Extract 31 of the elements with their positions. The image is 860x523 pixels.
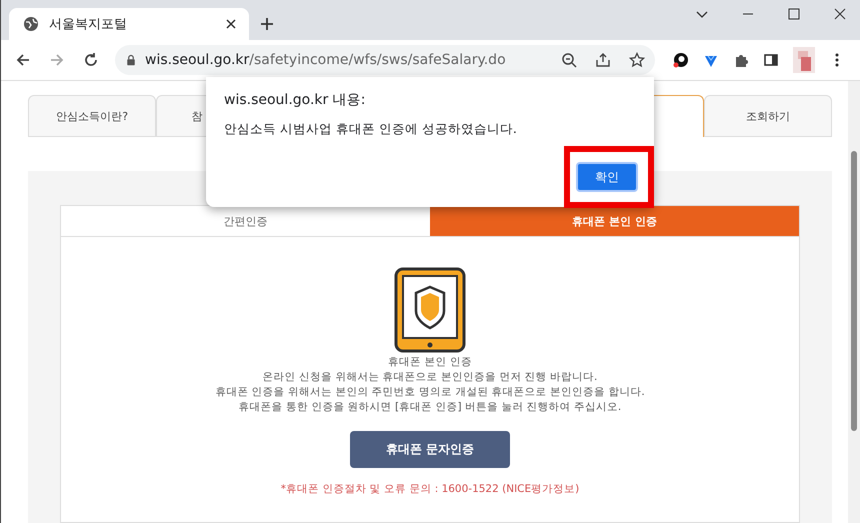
zoom-out-icon[interactable] bbox=[561, 52, 577, 68]
scrollbar-thumb[interactable] bbox=[851, 151, 857, 431]
ok-button[interactable]: 확인 bbox=[576, 162, 638, 192]
notice-text: *휴대폰 인증절차 및 오류 문의 : 1600-1522 (NICE평가정보) bbox=[280, 482, 580, 496]
page-tab[interactable]: 조회하기 bbox=[704, 95, 832, 137]
sms-auth-button[interactable]: 휴대폰 문자인증 bbox=[350, 431, 510, 468]
side-panel-icon[interactable] bbox=[763, 52, 779, 68]
profile-avatar[interactable] bbox=[793, 47, 815, 73]
extension-icon[interactable] bbox=[673, 52, 689, 68]
instruction-text: 휴대폰을 통한 인증을 원하시면 [휴대폰 인증] 버튼을 눌러 진행하여 주십시오. bbox=[238, 400, 622, 415]
tab-title: 서울복지포털 bbox=[49, 16, 128, 33]
url-text: wis.seoul.go.kr/safetyincome/wfs/sws/safeSalary.do bbox=[145, 52, 507, 68]
lock-icon bbox=[125, 52, 137, 68]
share-icon[interactable] bbox=[595, 52, 611, 68]
dialog-title: wis.seoul.go.kr 내용: bbox=[224, 91, 366, 109]
star-icon[interactable] bbox=[629, 52, 645, 68]
instruction-text: 온라인 신청을 위해서는 휴대폰으로 본인인증을 먼저 진행 바랍니다. bbox=[262, 370, 598, 385]
reload-icon[interactable] bbox=[83, 52, 99, 68]
puzzle-icon[interactable] bbox=[733, 52, 749, 68]
page-tab[interactable]: 안심소득이란? bbox=[28, 95, 156, 137]
new-tab-icon[interactable] bbox=[259, 16, 275, 32]
browser-tab[interactable]: 서울복지포털 bbox=[9, 8, 249, 40]
dialog-message: 안심소득 시범사업 휴대폰 인증에 성공하였습니다. bbox=[224, 121, 518, 138]
instruction-text: 휴대폰 인증을 위해서는 본인의 주민번호 명의로 개설된 휴대폰으로 본인인증을 합니다. bbox=[215, 385, 645, 400]
maximize-icon[interactable] bbox=[786, 6, 802, 22]
auth-tab[interactable]: 간편인증 bbox=[61, 206, 430, 236]
address-bar[interactable]: wis.seoul.go.kr/safetyincome/wfs/sws/safeSalary.do bbox=[115, 45, 655, 75]
back-icon[interactable] bbox=[15, 52, 31, 68]
close-icon[interactable] bbox=[832, 6, 848, 22]
auth-title: 휴대폰 본인 인증 bbox=[388, 355, 472, 370]
tablet-shield-icon bbox=[394, 267, 466, 353]
